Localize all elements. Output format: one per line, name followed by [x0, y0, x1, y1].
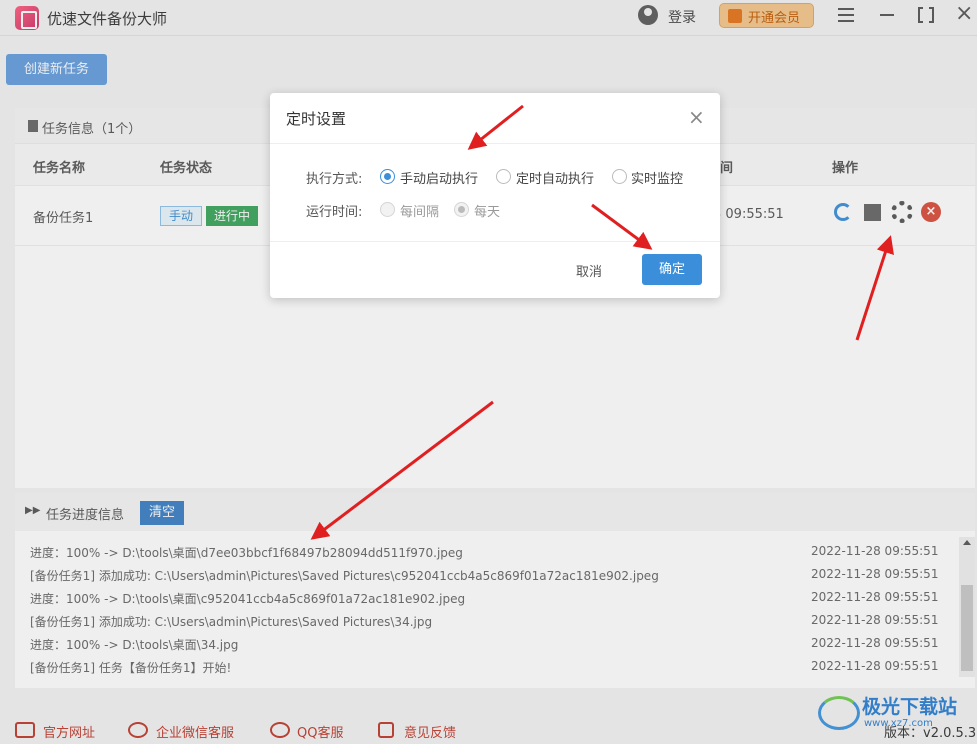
radio-realtime-label[interactable]: 实时监控 [631, 168, 683, 187]
radio-realtime[interactable] [612, 169, 627, 184]
radio-manual-label[interactable]: 手动启动执行 [400, 168, 478, 187]
schedule-dialog: 定时设置 × 执行方式: 手动启动执行 定时自动执行 实时监控 运行时间: 每间… [270, 93, 720, 298]
divider [270, 143, 720, 144]
exec-mode-label: 执行方式: [306, 172, 363, 187]
confirm-button[interactable]: 确定 [642, 254, 702, 285]
radio-daily [454, 202, 469, 217]
radio-interval-label: 每间隔 [400, 205, 440, 220]
divider [270, 241, 720, 242]
radio-scheduled-label[interactable]: 定时自动执行 [516, 168, 594, 187]
radio-manual[interactable] [380, 169, 395, 184]
dialog-title: 定时设置 [286, 110, 347, 128]
run-time-label: 运行时间: [306, 205, 363, 220]
dialog-close-icon[interactable]: × [688, 105, 705, 129]
cancel-button[interactable]: 取消 [576, 261, 602, 280]
radio-interval [380, 202, 395, 217]
radio-daily-label: 每天 [474, 205, 501, 220]
radio-scheduled[interactable] [496, 169, 511, 184]
